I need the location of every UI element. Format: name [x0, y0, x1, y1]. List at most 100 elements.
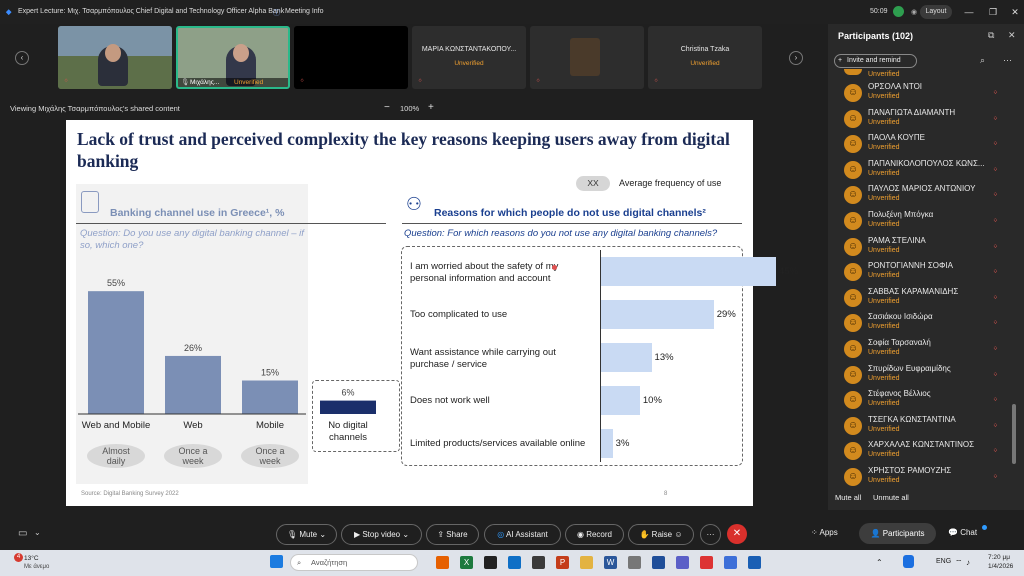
word-icon[interactable]: W — [604, 556, 617, 569]
zoom-in-button[interactable]: + — [428, 102, 434, 113]
volume-icon[interactable]: ♪ — [966, 558, 970, 567]
participant-row[interactable]: ☺ Πολυξένη Μπόγκα Unverified ᛜ — [828, 209, 1024, 235]
layout-button[interactable]: Layout — [920, 5, 952, 19]
mic-muted-icon[interactable]: ᛜ — [993, 344, 998, 353]
windows-start-icon[interactable] — [270, 555, 283, 568]
video-tile-4[interactable]: ΜΑΡΙΑ ΚΩΝΣΤΑΝΤΑΚΟΠΟΥ... Unverified ᛜ — [412, 26, 526, 89]
participant-status: Unverified — [868, 297, 900, 305]
close-window-icon[interactable]: ✕ — [1008, 5, 1022, 19]
language-indicator[interactable]: ENG — [936, 558, 951, 565]
webex-icon[interactable] — [748, 556, 761, 569]
participant-row[interactable]: ☺ ΠΑΠΑΝΙΚΟΛΟΠΟΥΛΟΣ ΚΩΝΣ... Unverified ᛜ — [828, 158, 1024, 184]
more-button[interactable]: ··· — [700, 524, 721, 545]
video-tile-3[interactable]: ᛜ — [294, 26, 408, 89]
meeting-info-link[interactable]: Meeting Info — [285, 8, 324, 15]
invite-button[interactable]: + Invite and remind — [834, 54, 917, 68]
info-icon[interactable]: ⓘ — [273, 8, 280, 18]
participant-row[interactable]: ☺ ΠΑΟΛΑ ΚΟΥΠΕ Unverified ᛜ — [828, 132, 1024, 158]
search-icon[interactable]: ⌕ — [980, 55, 985, 66]
mic-muted-icon[interactable]: ᛜ — [993, 88, 998, 97]
video-tile-2[interactable]: 🎙 Μιχάλης... Unverified — [176, 26, 290, 89]
participant-face — [233, 44, 249, 62]
excel-icon[interactable]: X — [460, 556, 473, 569]
mic-muted-icon[interactable]: ᛜ — [993, 318, 998, 327]
close-panel-icon[interactable]: ✕ — [1008, 30, 1016, 41]
video-tile-6[interactable]: Christina Tzaka Unverified ᛜ — [648, 26, 762, 89]
scrollbar[interactable] — [1012, 404, 1016, 464]
mic-muted-icon[interactable]: ᛜ — [993, 216, 998, 225]
app-icon[interactable] — [484, 556, 497, 569]
chat-button[interactable]: 💬 Chat — [948, 528, 977, 537]
participant-row[interactable]: ☺ ΟΡΣΟΛΑ ΝΤΟΙ Unverified ᛜ — [828, 81, 1024, 107]
edge-icon[interactable] — [508, 556, 521, 569]
prev-videos-button[interactable]: ‹ — [15, 51, 29, 65]
mute-button[interactable]: 🎙 Mute ⌄ — [276, 524, 337, 545]
participant-status: Unverified — [454, 60, 484, 67]
participant-row[interactable]: ☺ ΣΑΒΒΑΣ ΚΑΡΑΜΑΝΙΔΗΣ Unverified ᛜ — [828, 286, 1024, 312]
title-bar: ◆ Expert Lecture: Μιχ. Τσαρμπόπουλος Chi… — [0, 0, 1024, 24]
wifi-icon[interactable]: ⌔ — [955, 558, 963, 568]
participants-button[interactable]: 👤 Participants — [859, 523, 936, 544]
app-icon[interactable] — [532, 556, 545, 569]
participant-row[interactable]: ☺ Σοφία Ταρσαναλή Unverified ᛜ — [828, 337, 1024, 363]
teams-icon[interactable] — [676, 556, 689, 569]
mic-muted-icon[interactable]: ᛜ — [993, 190, 998, 199]
slide-source: Source: Digital Banking Survey 2022 — [81, 491, 179, 497]
taskbar-date[interactable]: 1/4/2026 — [988, 563, 1013, 570]
next-videos-button[interactable]: › — [789, 51, 803, 65]
participant-row[interactable]: ☺ ΠΑΥΛΟΣ ΜΑΡΙΟΣ ΑΝΤΩΝΙΟΥ Unverified ᛜ — [828, 183, 1024, 209]
mic-muted-icon[interactable]: ᛜ — [993, 114, 998, 123]
taskbar-search-box[interactable]: ⌕ Αναζήτηση — [290, 554, 418, 571]
captions-icon[interactable]: ▭ — [18, 528, 27, 539]
mic-muted-icon[interactable]: ᛜ — [993, 472, 998, 481]
participant-row[interactable]: ☺ ΤΣΕΓΚΑ ΚΩΝΣΤΑΝΤΙΝΑ Unverified ᛜ — [828, 414, 1024, 440]
video-tile-1[interactable]: ᛜ — [58, 26, 172, 89]
record-button[interactable]: ◉ Record — [565, 524, 624, 545]
mic-muted-icon[interactable]: ᛜ — [993, 242, 998, 251]
mic-muted-icon[interactable]: ᛜ — [993, 395, 998, 404]
minimize-icon[interactable]: — — [962, 5, 976, 19]
mic-muted-icon[interactable]: ᛜ — [993, 267, 998, 276]
app-icon[interactable] — [700, 556, 713, 569]
file-explorer-icon[interactable] — [580, 556, 593, 569]
powerpoint-icon[interactable]: P — [556, 556, 569, 569]
taskbar-time[interactable]: 7:20 μμ — [988, 554, 1010, 561]
video-tile-5[interactable]: ᛜ — [530, 26, 644, 89]
mic-in-use-icon[interactable] — [903, 555, 914, 568]
mic-muted-icon[interactable]: ᛜ — [993, 421, 998, 430]
chevron-down-icon[interactable]: ⌄ — [34, 528, 41, 537]
participant-row[interactable]: ☺ ΧΡΗΣΤΟΣ ΡΑΜΟΥΖΗΣ Unverified ᛜ — [828, 465, 1024, 491]
mic-muted-icon[interactable]: ᛜ — [993, 165, 998, 174]
stop-video-button[interactable]: ▶ Stop video ⌄ — [341, 524, 422, 545]
participant-row[interactable]: ☺ ΡΑΜΑ ΣΤΕΛΙΝΑ Unverified ᛜ — [828, 235, 1024, 261]
mic-muted-icon[interactable]: ᛜ — [993, 370, 998, 379]
app-icon[interactable] — [628, 556, 641, 569]
apps-button[interactable]: ⁘ Apps — [811, 528, 838, 537]
participant-row[interactable]: ☺ Στέφανος Βέλλιος Unverified ᛜ — [828, 388, 1024, 414]
participant-row[interactable]: ☺ Σασιάκου Ισιδώρα Unverified ᛜ — [828, 311, 1024, 337]
popout-icon[interactable]: ⧉ — [988, 30, 994, 41]
maximize-icon[interactable]: ❐ — [986, 5, 1000, 19]
unmute-all-button[interactable]: Unmute all — [873, 493, 909, 502]
participant-row[interactable]: ☺ Σπυρίδων Ευφραιμίδης Unverified ᛜ — [828, 363, 1024, 389]
share-button[interactable]: ⇪ Share — [426, 524, 479, 545]
chat-icon: 💬 — [948, 528, 961, 537]
mic-muted-icon[interactable]: ᛜ — [993, 293, 998, 302]
participant-row[interactable]: ☺ ΡΟΝΤΟΓΙΑΝΝΗ ΣΟΦΙΑ Unverified ᛜ — [828, 260, 1024, 286]
ai-assistant-button[interactable]: ◎ AI Assistant — [484, 524, 561, 545]
more-options-icon[interactable]: ⋯ — [1003, 55, 1012, 66]
mic-muted-icon[interactable]: ᛜ — [993, 446, 998, 455]
participant-row[interactable]: ☺ ΧΑΡΧΑΛΑΣ ΚΩΝΣΤΑΝΤΙΝΟΣ Unverified ᛜ — [828, 439, 1024, 465]
firefox-icon[interactable] — [436, 556, 449, 569]
app-icon[interactable] — [652, 556, 665, 569]
notification-count: 4 — [14, 553, 23, 562]
tray-chevron-icon[interactable]: ⌃ — [876, 558, 883, 567]
mute-all-button[interactable]: Mute all — [835, 493, 861, 502]
app-icon[interactable] — [724, 556, 737, 569]
weather-temperature[interactable]: 13°C — [24, 555, 39, 562]
raise-button[interactable]: ✋ Raise ☺ — [628, 524, 694, 545]
participant-row[interactable]: ☺ ΠΑΝΑΓΙΩΤΑ ΔΙΑΜΑΝΤΗ Unverified ᛜ — [828, 107, 1024, 133]
leave-meeting-button[interactable]: ✕ — [727, 524, 747, 544]
mic-muted-icon[interactable]: ᛜ — [993, 139, 998, 148]
zoom-out-button[interactable]: − — [384, 102, 390, 113]
